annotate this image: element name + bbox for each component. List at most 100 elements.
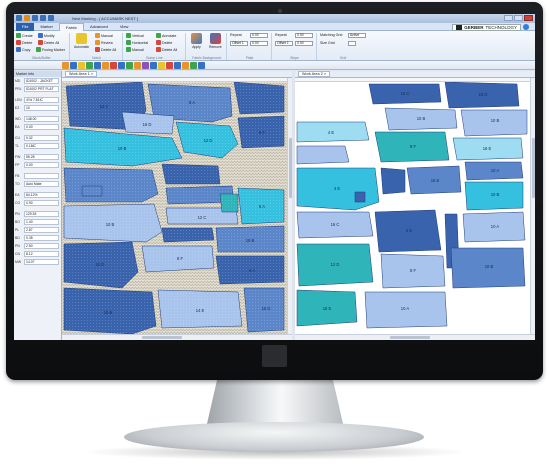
review-button[interactable]: Review [95, 40, 113, 45]
pattern-piece[interactable] [354, 191, 366, 203]
pattern-piece-shape[interactable] [296, 145, 350, 165]
pattern-piece[interactable]: 10 A [364, 291, 448, 329]
help-icon[interactable] [523, 24, 529, 30]
tab-file[interactable]: File [16, 23, 35, 31]
marker-info-value[interactable]: ID1002 PRT FLAT [24, 86, 59, 92]
tool-rotate-icon[interactable] [86, 61, 93, 69]
marker-info-value[interactable]: 4Yd 7.81IC [24, 97, 59, 103]
marker-info-value[interactable]: 0.18IC [24, 143, 59, 149]
marker-info-value[interactable]: ID1002 - JACKET [24, 78, 59, 84]
work-area-1-vertical-scrollbar[interactable] [287, 78, 292, 334]
automatic-button[interactable]: Automatic [74, 33, 89, 49]
work-area-1-horizontal-thumb[interactable] [142, 336, 182, 339]
pattern-piece[interactable]: 10 A [462, 211, 526, 243]
fusing-marker-button[interactable]: Fusing Marker [36, 47, 65, 52]
tool-flip-icon[interactable] [78, 61, 85, 69]
pattern-piece[interactable]: 10 B [450, 247, 526, 289]
tool-delete-icon[interactable] [166, 61, 173, 69]
pattern-piece[interactable]: 16 D [243, 287, 285, 333]
tool-move-icon[interactable] [70, 61, 77, 69]
close-button[interactable] [524, 15, 533, 21]
pattern-piece-shape[interactable] [354, 191, 366, 203]
marker-info-value[interactable]: 0.32 [24, 135, 59, 141]
work-area-2-horizontal-thumb[interactable] [390, 336, 430, 339]
pattern-piece[interactable]: 6 A [237, 187, 285, 225]
manual-notch-button[interactable]: Manual [95, 33, 113, 38]
pattern-piece[interactable]: 8 F [374, 131, 450, 163]
work-area-1-close-icon[interactable]: × [91, 72, 93, 76]
pattern-piece[interactable]: 10 B [460, 109, 528, 137]
pattern-piece[interactable]: 10 B [384, 107, 458, 131]
remove-button[interactable]: Remove [209, 33, 222, 49]
matching-grid-select[interactable]: Active [348, 33, 366, 38]
tool-bump-icon[interactable] [94, 61, 101, 69]
marker-info-value[interactable]: 84.12% [24, 192, 59, 198]
bump-delete-button[interactable]: Delete [156, 40, 172, 45]
pattern-piece[interactable]: 16 D [444, 81, 520, 109]
annotate-button[interactable]: Annotate [156, 33, 176, 38]
maximize-button[interactable] [514, 15, 523, 21]
marker-info-value[interactable]: 0.90 [24, 200, 59, 206]
plaid-offset-input[interactable]: 0.00 [250, 41, 268, 46]
pattern-piece[interactable]: 16 E [452, 137, 524, 161]
pattern-piece[interactable]: 8 F [237, 115, 285, 149]
tool-pan-icon[interactable] [134, 61, 141, 69]
marker-info-value[interactable] [24, 173, 59, 179]
tab-view[interactable]: View [114, 23, 135, 31]
stripe-offset-input[interactable]: 0.00 [295, 41, 313, 46]
work-area-2-canvas[interactable]: 16 C 16 D 10 B 10 B 4 E 8 F 16 E 10 A 4 E 16 E 10 … [295, 81, 530, 334]
work-area-1-tab[interactable]: Work Area 1 × [62, 71, 292, 78]
tool-nest-icon[interactable] [102, 61, 109, 69]
tool-plaid-icon[interactable] [158, 61, 165, 69]
marker-info-value[interactable]: 10 [24, 105, 59, 111]
redo-icon[interactable] [48, 15, 54, 21]
pattern-piece[interactable]: 14 E [157, 289, 243, 329]
pattern-piece[interactable]: 10 B [63, 287, 157, 335]
marker-info-value[interactable]: 148.00 [24, 116, 59, 122]
pattern-piece[interactable] [380, 167, 406, 195]
pattern-piece[interactable] [161, 163, 221, 185]
marker-info-value[interactable]: 8.12 [24, 251, 59, 257]
pattern-piece[interactable] [81, 185, 103, 197]
pattern-piece[interactable]: 10 B [464, 181, 524, 211]
stripe-offset-select[interactable]: Offset 1 [275, 41, 293, 46]
marker-info-value[interactable]: 0.00 [24, 162, 59, 168]
tool-color-icon[interactable] [182, 61, 189, 69]
work-area-2-close-icon[interactable]: × [324, 72, 326, 76]
pattern-piece-shape[interactable] [380, 167, 406, 195]
tab-advanced[interactable]: Advanced [84, 23, 114, 31]
pattern-piece[interactable]: 12 D [296, 243, 374, 287]
marker-info-value[interactable]: 0.35 [24, 235, 59, 241]
tool-refresh-icon[interactable] [174, 61, 181, 69]
pattern-piece[interactable]: 10 B [63, 203, 163, 243]
pattern-piece-shape[interactable] [460, 109, 528, 137]
marker-info-value[interactable]: 2.50 [24, 243, 59, 249]
tool-zoom-icon[interactable] [118, 61, 125, 69]
marker-info-value[interactable]: 1.40 [24, 219, 59, 225]
marker-info-value[interactable]: 14.07 [24, 259, 59, 265]
pattern-piece[interactable]: 16 C [296, 211, 374, 239]
open-icon[interactable] [24, 15, 30, 21]
bump-delete-all-button[interactable]: Delete All [156, 47, 177, 52]
pattern-piece[interactable]: 16 C [368, 83, 442, 105]
plaid-offset-select[interactable]: Offset 1 [230, 41, 248, 46]
create-button[interactable]: Create [16, 33, 33, 38]
tool-chart-icon[interactable] [198, 61, 205, 69]
pattern-piece[interactable] [296, 145, 350, 165]
pattern-piece[interactable]: 10 A [464, 161, 524, 181]
work-area-2-marker[interactable]: 16 C 16 D 10 B 10 B 4 E 8 F 16 E 10 A 4 E 16 E 10 … [295, 81, 530, 334]
work-area-1-canvas[interactable]: 12 C 6 A 16 D 10 B 12 D 8 F 10 B 12 C 6 A 10 B 12 … [62, 81, 287, 335]
pattern-piece[interactable] [219, 193, 239, 213]
pattern-piece[interactable]: 4 E [296, 121, 370, 143]
pattern-piece[interactable]: 8 F [141, 245, 215, 273]
work-area-2-tab[interactable]: Work Area 2 × [295, 71, 535, 78]
marker-info-value[interactable]: 129.53 [24, 211, 59, 217]
bump-manual-button[interactable]: Manual [126, 47, 144, 52]
marker-info-value[interactable]: 2.87 [24, 227, 59, 233]
notch-delete-all-button[interactable]: Delete All [95, 47, 116, 52]
work-area-2-horizontal-scrollbar[interactable] [295, 334, 535, 340]
tool-select-icon[interactable] [62, 61, 69, 69]
work-area-2-vertical-scrollbar[interactable] [530, 78, 535, 334]
marker-info-value[interactable]: 0.00 [24, 124, 59, 130]
pattern-piece[interactable] [233, 81, 285, 115]
